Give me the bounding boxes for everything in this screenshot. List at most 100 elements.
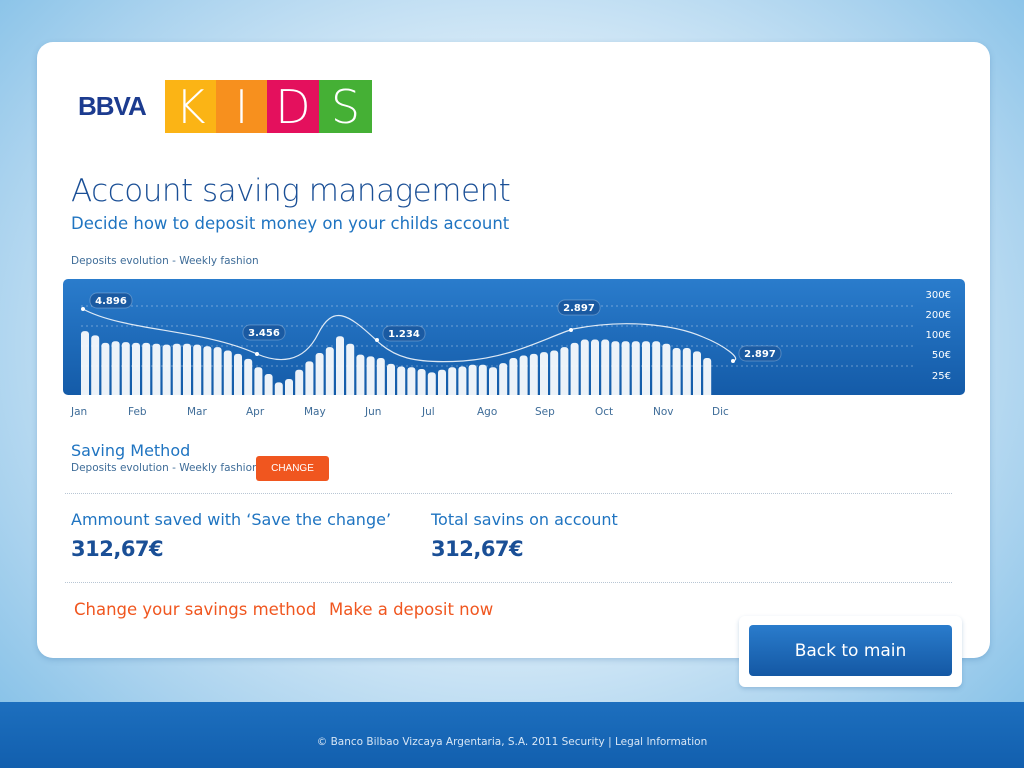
chart-bar [509,358,518,395]
chart-bar [356,354,365,395]
divider [65,582,952,583]
chart-bar [580,339,589,395]
chart-bar [693,351,701,395]
chart-bar [601,339,610,395]
chart-caption: Deposits evolution - Weekly fashion [71,255,259,267]
chart-data-label: 2.897 [744,349,776,360]
chart-bar [162,344,171,395]
chart-bar [478,364,487,395]
chart-bar [91,335,100,395]
chart-data-label: 3.456 [248,328,280,339]
chart-x-tick: Jan [71,406,88,418]
chart-bar [376,358,385,395]
chart-x-tick: Apr [246,406,265,418]
chart-bar [172,343,181,395]
chart-bar [703,358,712,395]
chart-x-tick: Jul [422,406,435,418]
chart-bar [203,346,212,395]
chart-bar [264,374,273,395]
saved-amount-label: Ammount saved with ‘Save the change’ [71,510,392,529]
chart-bar [254,367,263,395]
chart-bar [611,341,620,395]
chart-bar [529,353,538,395]
bbva-logo: BBVA [78,91,147,121]
chart-bar [427,372,436,395]
chart-bar [244,358,253,395]
chart-point [81,307,85,311]
total-savings-value: 312,67€ [431,537,524,561]
change-savings-method-link[interactable]: Change your savings method [74,600,316,619]
chart-bar [560,347,569,395]
chart-bar [468,364,477,395]
chart-point [375,338,379,342]
page-subtitle: Decide how to deposit money on your chil… [71,214,510,233]
total-savings-label: Total savins on account [431,510,618,529]
chart-bar [274,382,283,395]
chart-bar [285,379,293,395]
chart-x-tick: Ago [477,406,498,418]
kids-letter-i: I [216,80,267,134]
footer: © Banco Bilbao Vizcaya Argentaria, S.A. … [0,702,1024,768]
chart-bar [652,341,661,395]
chart-y-tick: 200€ [925,310,951,321]
saved-amount-value: 312,67€ [71,537,164,561]
kids-letter-d: D [267,80,319,134]
chart-bar [540,352,548,395]
chart-y-tick: 50€ [931,350,951,361]
chart-x-tick: Sep [535,406,555,418]
chart-bar [366,356,375,395]
chart-data-label: 2.897 [563,303,595,314]
chart-data-label: 4.896 [95,296,127,307]
kids-letter-k: K [165,80,216,134]
chart-bar [234,353,242,395]
chart-bar [662,343,671,395]
kids-letter-s: S [319,80,372,134]
chart-bar [142,342,151,395]
saving-method-value: Deposits evolution - Weekly fashion [71,462,259,474]
chart-bar [111,341,120,395]
chart-y-tick: 25€ [931,371,951,382]
chart-point [731,359,735,363]
chart-bar [591,339,599,395]
chart-bar [682,347,691,395]
chart-point [569,328,573,332]
chart-data-label: 1.234 [388,329,420,340]
chart-x-tick: Dic [712,406,729,418]
make-deposit-link[interactable]: Make a deposit now [329,600,493,619]
chart-y-tick: 100€ [925,330,951,341]
chart-bar [81,331,89,395]
chart-bar [550,350,559,395]
chart-bar [417,368,426,395]
chart-bar [499,363,508,395]
divider [65,493,952,494]
chart-bar [346,343,355,395]
footer-text[interactable]: © Banco Bilbao Vizcaya Argentaria, S.A. … [0,736,1024,748]
chart-bar [223,350,232,395]
back-to-main-button[interactable]: Back to main [749,625,952,676]
chart-bar [295,369,304,395]
chart-bar [631,341,640,395]
kids-logo: KIDS [165,80,372,134]
change-method-button[interactable]: CHANGE [256,456,329,481]
chart-x-tick: Nov [653,406,674,418]
chart-bar [438,369,446,395]
chart-bar [183,343,191,395]
chart-bar [458,366,467,395]
chart-x-tick: May [304,406,326,418]
chart-bar [570,342,579,395]
deposits-chart: 4.896 3.456 1.234 2.897 2.897 300€ 200€ 100€ 50… [63,279,965,395]
brand-logo: BBVA KIDS [78,80,372,134]
chart-bar [672,347,681,395]
chart-bar [489,367,497,395]
chart-bar [642,341,650,395]
chart-bar [315,353,324,395]
chart-x-tick: Oct [595,406,614,418]
chart-point [255,352,259,356]
chart-bar [193,344,202,395]
saving-method-title: Saving Method [71,441,191,460]
chart-x-tick: Feb [128,406,147,418]
back-button-frame: Back to main [739,616,962,687]
chart-canvas: 4.896 3.456 1.234 2.897 2.897 [81,292,913,395]
chart-bar [101,342,110,395]
chart-bar [121,342,130,395]
